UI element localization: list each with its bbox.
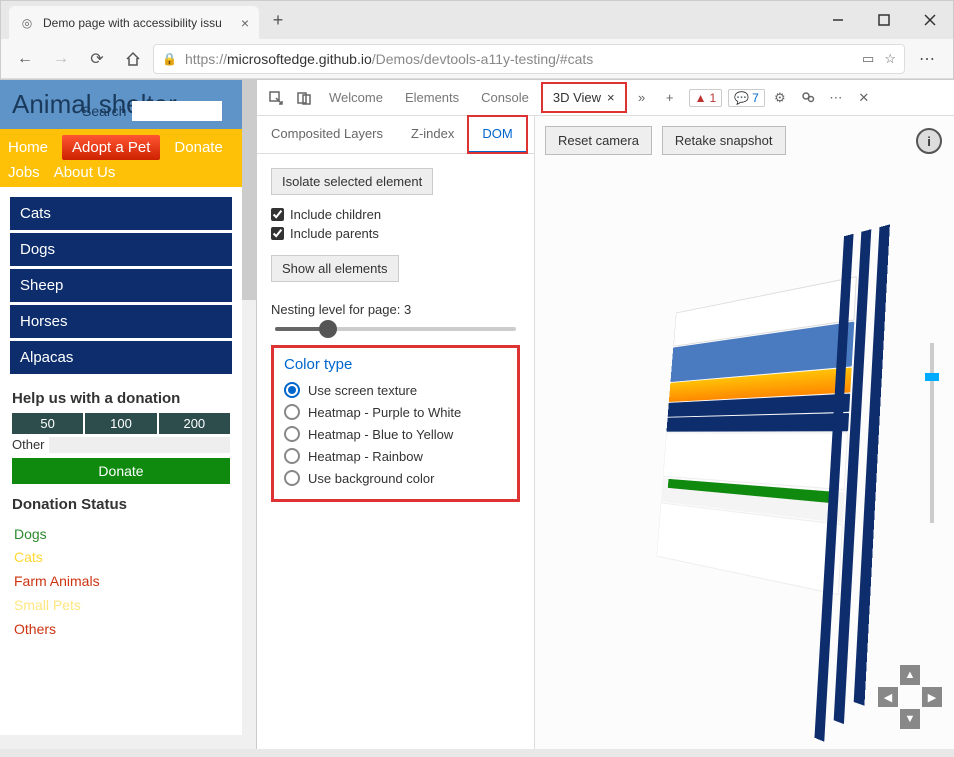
lock-icon: 🔒 xyxy=(162,52,177,66)
retake-snapshot-button[interactable]: Retake snapshot xyxy=(662,126,786,155)
devtools-tabbar: Welcome Elements Console 3D View× » + ▲ … xyxy=(257,80,954,116)
include-parents-checkbox[interactable]: Include parents xyxy=(271,224,520,243)
tab-elements[interactable]: Elements xyxy=(395,84,469,111)
list-item[interactable]: Dogs xyxy=(10,233,232,266)
status-item: Cats xyxy=(14,546,228,570)
subtab-dom[interactable]: DOM xyxy=(468,116,526,153)
color-option[interactable]: Heatmap - Rainbow xyxy=(284,445,507,467)
nav-donate[interactable]: Donate xyxy=(174,139,222,156)
status-item: Farm Animals xyxy=(14,570,228,594)
list-item[interactable]: Cats xyxy=(10,197,232,230)
browser-tab[interactable]: ◎ Demo page with accessibility issu × xyxy=(9,6,259,39)
show-all-button[interactable]: Show all elements xyxy=(271,255,399,282)
favorite-icon[interactable]: ☆ xyxy=(884,51,896,67)
color-option[interactable]: Heatmap - Purple to White xyxy=(284,401,507,423)
status-heading: Donation Status xyxy=(0,490,242,519)
nav-adopt[interactable]: Adopt a Pet xyxy=(62,135,160,160)
donation-heading: Help us with a donation xyxy=(0,384,242,413)
scrollbar-vertical[interactable] xyxy=(242,80,256,749)
back-button[interactable]: ← xyxy=(9,43,41,75)
list-item[interactable]: Sheep xyxy=(10,269,232,302)
color-type-heading: Color type xyxy=(284,356,507,373)
device-icon[interactable] xyxy=(291,85,317,111)
color-type-group: Color type Use screen texture Heatmap - … xyxy=(271,345,520,502)
3d-viewport[interactable]: Reset camera Retake snapshot i xyxy=(535,116,954,749)
zoom-slider[interactable] xyxy=(930,343,934,523)
list-item[interactable]: Alpacas xyxy=(10,341,232,374)
donate-button[interactable]: Donate xyxy=(12,458,230,484)
settings-icon[interactable]: ⚙ xyxy=(767,85,793,111)
tab-title: Demo page with accessibility issu xyxy=(43,16,233,30)
donate-amount-button[interactable]: 100 xyxy=(85,413,156,434)
search-input[interactable] xyxy=(132,101,222,121)
subtab-composited[interactable]: Composited Layers xyxy=(257,116,397,153)
animal-list: Cats Dogs Sheep Horses Alpacas xyxy=(0,187,242,384)
info-badge[interactable]: 💬 7 xyxy=(728,89,765,107)
color-option[interactable]: Heatmap - Blue to Yellow xyxy=(284,423,507,445)
pan-right-button[interactable]: ▶ xyxy=(922,687,942,707)
inspect-icon[interactable] xyxy=(263,85,289,111)
tab-console[interactable]: Console xyxy=(471,84,539,111)
nesting-label: Nesting level for page: 3 xyxy=(271,302,520,317)
search-label: Search xyxy=(82,103,126,119)
pan-dpad: ▲ ▼ ◀ ▶ xyxy=(878,665,942,729)
color-option[interactable]: Use background color xyxy=(284,467,507,489)
new-tab-button[interactable]: + xyxy=(263,5,293,35)
titlebar: ◎ Demo page with accessibility issu × + xyxy=(1,1,953,39)
forward-button[interactable]: → xyxy=(45,43,77,75)
other-label: Other xyxy=(12,437,45,452)
pan-up-button[interactable]: ▲ xyxy=(900,665,920,685)
refresh-button[interactable]: ⟳ xyxy=(81,43,113,75)
devtools-sidebar: Composited Layers Z-index DOM Isolate se… xyxy=(257,116,535,749)
nav-about[interactable]: About Us xyxy=(54,164,116,181)
3d-visualization xyxy=(656,276,857,596)
donate-amount-button[interactable]: 50 xyxy=(12,413,83,434)
status-item: Small Pets xyxy=(14,594,228,618)
tab-welcome[interactable]: Welcome xyxy=(319,84,393,111)
add-tab-icon[interactable]: + xyxy=(657,85,683,111)
other-input[interactable] xyxy=(49,437,230,453)
url-box[interactable]: 🔒 https://microsoftedge.github.io/Demos/… xyxy=(153,44,905,74)
nav-home[interactable]: Home xyxy=(8,139,48,156)
devtools-close-icon[interactable]: ✕ xyxy=(851,85,877,111)
devtools: Welcome Elements Console 3D View× » + ▲ … xyxy=(256,80,954,749)
window-maximize-button[interactable] xyxy=(861,4,907,37)
address-bar: ← → ⟳ 🔒 https://microsoftedge.github.io/… xyxy=(1,39,953,79)
feedback-icon[interactable] xyxy=(795,85,821,111)
error-badge[interactable]: ▲ 1 xyxy=(689,89,723,107)
url-text: https://microsoftedge.github.io/Demos/de… xyxy=(185,51,593,67)
status-item: Dogs xyxy=(14,523,228,547)
donate-amount-button[interactable]: 200 xyxy=(159,413,230,434)
more-icon[interactable]: ⋯ xyxy=(823,85,849,111)
list-item[interactable]: Horses xyxy=(10,305,232,338)
hero: Animal shelter Search xyxy=(0,80,242,129)
include-children-checkbox[interactable]: Include children xyxy=(271,205,520,224)
pan-left-button[interactable]: ◀ xyxy=(878,687,898,707)
status-item: Others xyxy=(14,618,228,642)
status-list: Dogs Cats Farm Animals Small Pets Others xyxy=(0,519,242,646)
window-minimize-button[interactable] xyxy=(815,4,861,37)
close-icon[interactable]: × xyxy=(607,90,615,105)
more-tabs-icon[interactable]: » xyxy=(629,85,655,111)
nesting-slider[interactable] xyxy=(275,327,516,331)
tab-close-icon[interactable]: × xyxy=(241,15,249,31)
window-close-button[interactable] xyxy=(907,4,953,37)
scrollbar-horizontal[interactable] xyxy=(0,735,242,749)
browser-menu-button[interactable]: ⋯ xyxy=(909,49,945,69)
color-option[interactable]: Use screen texture xyxy=(284,379,507,401)
tab-favicon: ◎ xyxy=(19,15,35,31)
reader-icon[interactable]: ▭ xyxy=(862,51,874,67)
reset-camera-button[interactable]: Reset camera xyxy=(545,126,652,155)
navbar: Home Adopt a Pet Donate Jobs About Us xyxy=(0,129,242,187)
isolate-button[interactable]: Isolate selected element xyxy=(271,168,433,195)
pan-down-button[interactable]: ▼ xyxy=(900,709,920,729)
home-button[interactable] xyxy=(117,43,149,75)
tab-3d-view[interactable]: 3D View× xyxy=(541,82,627,113)
subtab-zindex[interactable]: Z-index xyxy=(397,116,468,153)
page-viewport: Animal shelter Search Home Adopt a Pet D… xyxy=(0,80,256,749)
nav-jobs[interactable]: Jobs xyxy=(8,164,40,181)
info-icon[interactable]: i xyxy=(916,128,942,154)
